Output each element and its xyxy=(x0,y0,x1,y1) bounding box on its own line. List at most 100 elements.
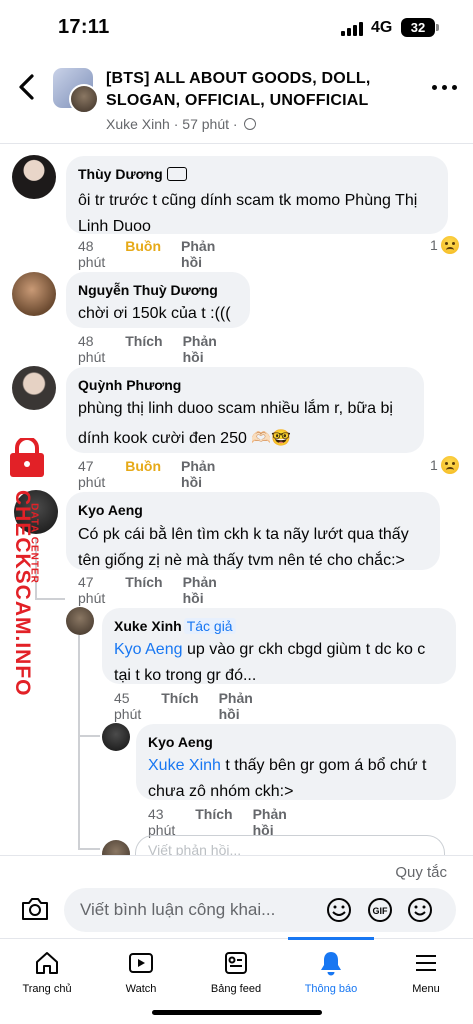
avatar[interactable] xyxy=(12,155,56,199)
comment-author[interactable]: Kyo Aeng xyxy=(148,733,444,751)
battery-tip xyxy=(436,24,439,31)
comment-actions: 47 phút Thích Phản hồi xyxy=(78,574,217,606)
comment-text: Có pk cái bằ lên tìm ckh k ta nãy lướt q… xyxy=(78,526,409,569)
comment-author[interactable]: Kyo Aeng xyxy=(78,501,428,519)
status-bar: 17:11 4G 32 xyxy=(0,0,473,56)
home-indicator xyxy=(152,1010,322,1015)
bottom-panel: Quy tắc Viết bình luận công khai... GIF … xyxy=(0,855,473,1024)
tab-label: Bảng feed xyxy=(210,983,262,995)
post-author[interactable]: Xuke Xinh xyxy=(106,116,170,132)
comment-time: 43 phút xyxy=(148,806,176,838)
watermark-text: CHECKSCAM.INFO xyxy=(11,490,34,697)
comment-author[interactable]: Thùy Dương xyxy=(78,165,436,183)
reply-input[interactable]: Viết phản hồi... xyxy=(135,835,445,857)
sticker-icon[interactable] xyxy=(325,897,353,923)
comment-actions: 45 phút Thích Phản hồi xyxy=(114,690,253,722)
watermark: DATA CENTER CHECKSCAM.INFO xyxy=(2,438,52,697)
post-meta: Xuke Xinh · 57 phút · xyxy=(106,116,257,132)
like-button[interactable]: Thích xyxy=(125,333,162,365)
post-header: [BTS] ALL ABOUT GOODS, DOLL, SLOGAN, OFF… xyxy=(0,56,473,144)
reaction-count[interactable]: 1 xyxy=(430,236,459,254)
comment-input-placeholder: Viết bình luận công khai... xyxy=(80,900,276,919)
comment-text: ôi tr trước t cũng dính scam tk momo Phù… xyxy=(78,192,418,235)
reaction-button[interactable]: Buồn xyxy=(125,238,161,270)
watch-icon xyxy=(129,953,153,973)
comment-time: 47 phút xyxy=(78,574,106,606)
menu-icon xyxy=(416,955,436,971)
like-button[interactable]: Thích xyxy=(195,806,232,838)
lock-icon xyxy=(10,438,44,477)
reply-button[interactable]: Phản hồi xyxy=(183,574,217,606)
tab-label: Menu xyxy=(412,983,440,995)
more-options-icon[interactable] xyxy=(432,82,460,94)
reply-button[interactable]: Phản hồi xyxy=(181,458,215,490)
sad-reaction-icon xyxy=(440,236,459,254)
comment-bubble: Nguyễn Thuỳ Dương chời ơi 150k của t :((… xyxy=(66,272,250,328)
mention-link[interactable]: Kyo Aeng xyxy=(114,641,183,658)
like-button[interactable]: Thích xyxy=(161,690,198,722)
svg-text:GIF: GIF xyxy=(373,906,389,916)
comment-actions: 48 phút Thích Phản hồi xyxy=(78,333,217,365)
gif-icon[interactable]: GIF xyxy=(366,897,394,923)
reaction-button[interactable]: Buồn xyxy=(125,458,161,490)
comment-text: Kyo Aeng up vào gr ckh cbgd giùm t dc ko… xyxy=(114,641,426,684)
author-badge: Tác giả xyxy=(183,618,236,634)
emoji-icon[interactable] xyxy=(406,897,434,923)
group-avatar[interactable] xyxy=(53,68,99,114)
divider xyxy=(0,143,473,144)
reply-button[interactable]: Phản hồi xyxy=(219,690,253,722)
comment-actions: 48 phút Buồn Phản hồi xyxy=(78,238,215,270)
reaction-count[interactable]: 1 xyxy=(430,456,459,474)
feed-icon xyxy=(225,952,247,974)
avatar[interactable] xyxy=(102,723,130,751)
comment-author[interactable]: Xuke Xinh Tác giả xyxy=(114,617,444,635)
tab-label: Trang chủ xyxy=(22,983,72,995)
rules-link[interactable]: Quy tắc xyxy=(395,864,447,881)
tab-home[interactable]: Trang chủ xyxy=(0,939,94,999)
network-type: 4G xyxy=(371,19,393,36)
mention-link[interactable]: Xuke Xinh xyxy=(148,757,221,774)
tab-label: Thông báo xyxy=(304,983,358,995)
avatar[interactable] xyxy=(12,366,56,410)
tab-notifications[interactable]: Thông báo xyxy=(284,939,378,999)
tab-watch[interactable]: Watch xyxy=(94,939,188,999)
avatar[interactable] xyxy=(66,607,94,635)
comment-time: 48 phút xyxy=(78,333,106,365)
comment-time: 48 phút xyxy=(78,238,106,270)
tab-feed[interactable]: Bảng feed xyxy=(189,939,283,999)
like-button[interactable]: Thích xyxy=(125,574,162,606)
comment-actions: 43 phút Thích Phản hồi xyxy=(148,806,287,838)
avatar[interactable] xyxy=(12,272,56,316)
reply-button[interactable]: Phản hồi xyxy=(253,806,287,838)
home-icon xyxy=(36,952,58,974)
comment-bubble: Xuke Xinh Tác giả Kyo Aeng up vào gr ckh … xyxy=(102,608,456,684)
sad-reaction-icon xyxy=(440,456,459,474)
comment-bubble: Thùy Dương ôi tr trước t cũng dính scam … xyxy=(66,156,448,235)
thread-line xyxy=(78,635,80,850)
comment-author[interactable]: Quỳnh Phương xyxy=(78,376,412,394)
comment-input[interactable]: Viết bình luận công khai... GIF xyxy=(64,888,456,932)
status-time: 17:11 xyxy=(58,16,110,38)
battery-icon: 32 xyxy=(401,18,435,37)
comment-time: 45 phút xyxy=(114,690,142,722)
post-time: 57 phút xyxy=(182,116,229,132)
signal-icon xyxy=(341,22,365,36)
thread-line xyxy=(78,848,100,850)
comment-text: chời ơi 150k của t :((( xyxy=(78,305,231,322)
comment-bubble: Kyo Aeng Có pk cái bằ lên tìm ckh k ta n… xyxy=(66,492,440,570)
thread-line xyxy=(78,735,100,737)
comment-actions: 47 phút Buồn Phản hồi xyxy=(78,458,215,490)
back-icon[interactable] xyxy=(16,72,38,102)
comment-author[interactable]: Nguyễn Thuỳ Dương xyxy=(78,281,238,299)
globe-icon xyxy=(244,118,257,130)
group-title[interactable]: [BTS] ALL ABOUT GOODS, DOLL, SLOGAN, OFF… xyxy=(106,68,406,112)
comment-time: 47 phút xyxy=(78,458,106,490)
camera-icon[interactable] xyxy=(20,896,50,922)
tab-menu[interactable]: Menu xyxy=(379,939,473,999)
comment-bubble: Kyo Aeng Xuke Xinh t thấy bên gr gom á b… xyxy=(136,724,456,800)
reply-button[interactable]: Phản hồi xyxy=(183,333,217,365)
comment-text: phùng thị linh duoo scam nhiều lắm r, bữ… xyxy=(78,400,393,447)
reply-button[interactable]: Phản hồi xyxy=(181,238,215,270)
badge-icon xyxy=(166,167,187,181)
comment-bubble: Quỳnh Phương phùng thị linh duoo scam nh… xyxy=(66,367,424,453)
